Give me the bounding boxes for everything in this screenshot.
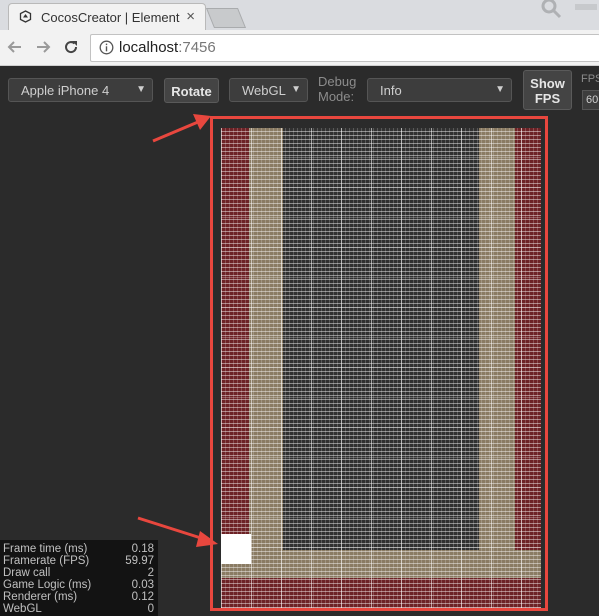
- url-port: :7456: [178, 39, 216, 56]
- url-text: localhost:7456: [119, 39, 216, 56]
- stat-label: Renderer (ms): [3, 591, 78, 603]
- device-select[interactable]: Apple iPhone 4 ▼: [8, 78, 153, 102]
- stat-label: WebGL: [3, 603, 42, 615]
- caret-down-icon: ▼: [291, 84, 301, 95]
- fps-input[interactable]: 60: [582, 90, 599, 110]
- show-fps-button[interactable]: Show FPS: [523, 70, 572, 110]
- rotate-button[interactable]: Rotate: [164, 78, 219, 103]
- stat-row: WebGL 0: [3, 603, 154, 615]
- browser-tab[interactable]: CocosCreator | Element ×: [8, 3, 206, 31]
- debug-mode-label: Debug Mode:: [318, 74, 356, 104]
- show-fps-line2: FPS: [534, 91, 561, 106]
- stat-value: 0.18: [131, 543, 154, 555]
- window-minimize-icon[interactable]: [575, 4, 597, 10]
- show-fps-line1: Show: [530, 76, 565, 91]
- info-icon[interactable]: [99, 40, 114, 55]
- stat-label: Frame time (ms): [3, 543, 88, 555]
- caret-down-icon: ▼: [495, 84, 505, 95]
- cocos-logo-icon: [19, 10, 32, 23]
- stat-value: 59.97: [125, 555, 154, 567]
- stat-row: Draw call 2: [3, 567, 154, 579]
- debug-mode-select[interactable]: Info ▼: [367, 78, 512, 102]
- tab-title: CocosCreator | Element: [41, 10, 180, 25]
- stat-value: 0.12: [131, 591, 154, 603]
- reload-icon[interactable]: [62, 38, 80, 56]
- debug-mode-label-line1: Debug: [318, 74, 357, 89]
- browser-tab-strip: CocosCreator | Element ×: [0, 0, 599, 31]
- stat-label: Game Logic (ms): [3, 579, 92, 591]
- back-arrow-icon[interactable]: [6, 38, 24, 56]
- stat-row: Framerate (FPS) 59.97: [3, 555, 154, 567]
- browser-toolbar: localhost:7456: [0, 30, 599, 66]
- stat-value: 0.03: [131, 579, 154, 591]
- search-icon: [541, 0, 562, 19]
- profiler-stats-panel: Frame time (ms) 0.18 Framerate (FPS) 59.97…: [0, 540, 158, 616]
- renderer-select-value: WebGL: [242, 83, 286, 98]
- stat-label: Framerate (FPS): [3, 555, 90, 567]
- new-tab-button[interactable]: [205, 8, 247, 28]
- renderer-select[interactable]: WebGL ▼: [229, 78, 308, 102]
- close-icon[interactable]: ×: [186, 8, 195, 25]
- fps-label: FPS: [581, 73, 599, 85]
- forward-arrow-icon[interactable]: [34, 38, 52, 56]
- stat-label: Draw call: [3, 567, 51, 579]
- stat-row: Frame time (ms) 0.18: [3, 543, 154, 555]
- stat-row: Renderer (ms) 0.12: [3, 591, 154, 603]
- address-bar[interactable]: localhost:7456: [90, 34, 599, 62]
- annotation-arrow-top-icon: [152, 114, 211, 143]
- url-host: localhost: [119, 39, 179, 56]
- stat-row: Game Logic (ms) 0.03: [3, 579, 154, 591]
- debug-mode-label-line2: Mode:: [318, 89, 355, 104]
- caret-down-icon: ▼: [136, 84, 146, 95]
- device-select-value: Apple iPhone 4: [21, 83, 110, 98]
- canvas-highlight-frame: [210, 116, 548, 611]
- stat-value: 0: [147, 603, 154, 615]
- stat-value: 2: [147, 567, 154, 579]
- debug-mode-select-value: Info: [380, 83, 402, 98]
